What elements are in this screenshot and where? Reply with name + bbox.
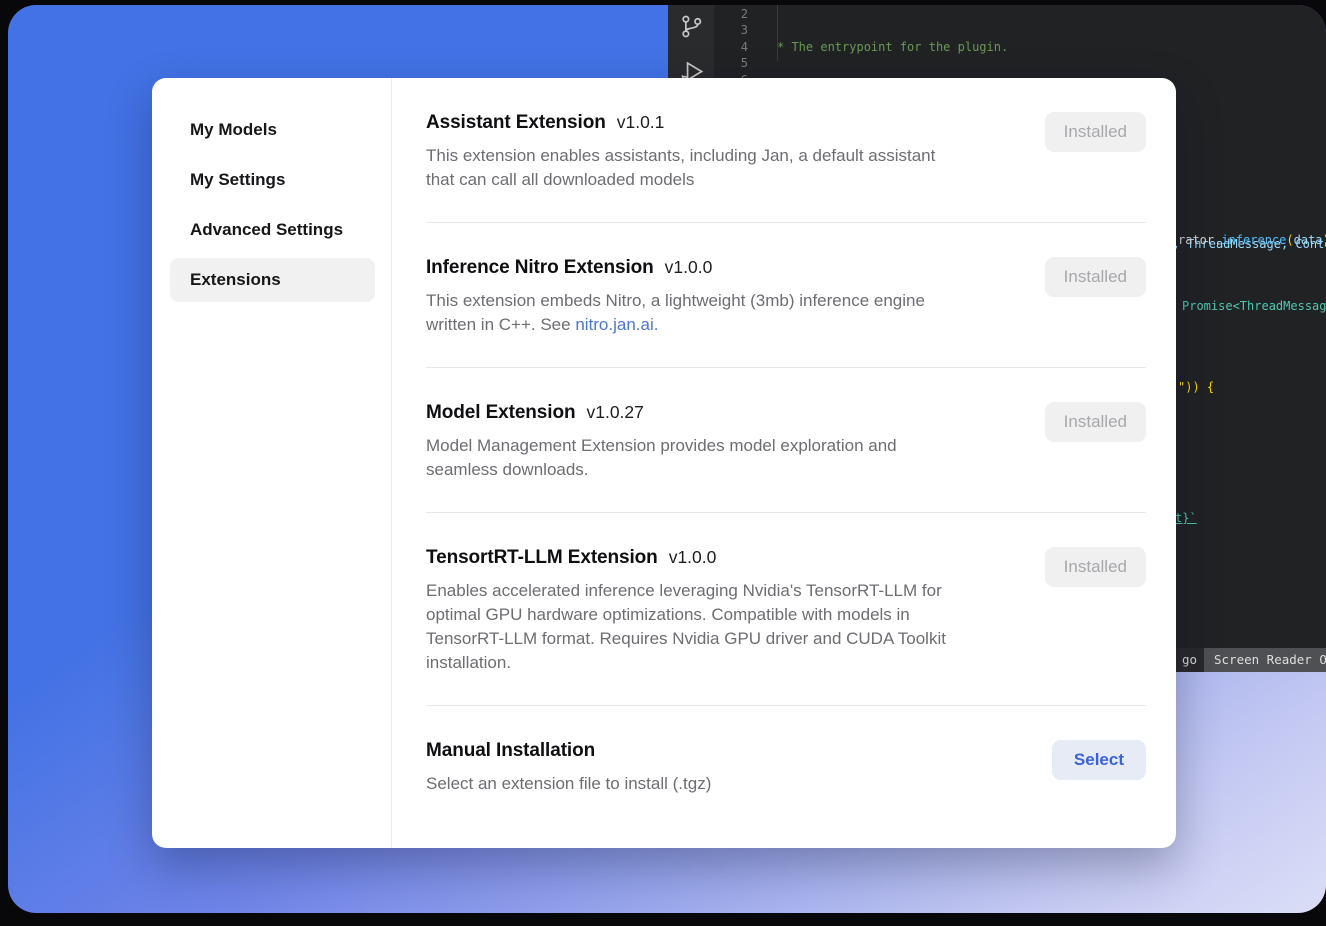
extension-version: v1.0.0 [665,257,713,277]
extensions-list: Assistant Extension v1.0.1 This extension… [392,78,1176,848]
extension-info: Inference Nitro Extension v1.0.0 This ext… [426,257,925,337]
extension-version: v1.0.1 [617,112,665,132]
manual-installation-title: Manual Installation [426,740,595,761]
description-text: This extension embeds Nitro, a lightweig… [426,291,925,334]
extension-title-row: Manual Installation [426,740,711,762]
manual-installation-description: Select an extension file to install (.tg… [426,772,711,796]
installed-button[interactable]: Installed [1045,112,1146,152]
extension-title: Inference Nitro Extension [426,257,654,278]
extension-title-row: Assistant Extension v1.0.1 [426,112,935,134]
extension-info: Manual Installation Select an extension … [426,740,711,796]
extension-info: TensortRT-LLM Extension v1.0.0 Enables ac… [426,547,946,675]
select-file-button[interactable]: Select [1052,740,1146,780]
extension-version: v1.0.0 [669,547,717,567]
installed-button[interactable]: Installed [1045,547,1146,587]
screen-reader-optimize-chip[interactable]: Screen Reader Optimize [1204,648,1326,672]
settings-modal: My Models My Settings Advanced Settings … [152,78,1176,848]
extension-row-model: Model Extension v1.0.27 Model Management … [426,368,1146,513]
installed-button[interactable]: Installed [1045,402,1146,442]
extension-title-row: Model Extension v1.0.27 [426,402,897,424]
extension-version: v1.0.27 [586,402,643,422]
extension-row-inference-nitro: Inference Nitro Extension v1.0.0 This ext… [426,223,1146,368]
extension-row-assistant: Assistant Extension v1.0.1 This extension… [426,112,1146,223]
extension-title: Assistant Extension [426,112,606,133]
nitro-jan-ai-link[interactable]: nitro.jan.ai. [575,315,658,334]
code-line: * The entrypoint for the plugin. [768,39,1326,55]
code-fragment-inference-call: rator.inference(data)); [1178,232,1326,248]
extension-title: Model Extension [426,402,575,423]
sidebar-item-extensions[interactable]: Extensions [170,258,375,302]
manual-installation-row: Manual Installation Select an extension … [426,706,1146,826]
status-bar-text: go [1182,648,1197,672]
extension-info: Assistant Extension v1.0.1 This extension… [426,112,935,192]
hero-backdrop: 2 3 4 5 6 * The entrypoint for the plugi… [8,5,1326,913]
extension-info: Model Extension v1.0.27 Model Management … [426,402,897,482]
editor-line-numbers: 2 3 4 5 6 [714,6,748,88]
sidebar-item-advanced-settings[interactable]: Advanced Settings [170,208,375,252]
extension-description: Model Management Extension provides mode… [426,434,897,482]
sidebar-item-my-models[interactable]: My Models [170,108,375,152]
extension-description: This extension enables assistants, inclu… [426,144,935,192]
sidebar-item-my-settings[interactable]: My Settings [170,158,375,202]
extension-title: TensortRT-LLM Extension [426,547,658,568]
extension-description: This extension embeds Nitro, a lightweig… [426,289,925,337]
code-fragment-template-end: t}` [1175,510,1197,526]
extension-description: Enables accelerated inference leveraging… [426,579,946,675]
code-fragment-closing-brace: ")) { [1178,379,1214,395]
settings-sidebar: My Models My Settings Advanced Settings … [152,78,392,848]
code-fragment-promise-type: Promise<ThreadMessage> [1182,298,1326,314]
extension-row-tensorrt-llm: TensortRT-LLM Extension v1.0.0 Enables ac… [426,513,1146,706]
installed-button[interactable]: Installed [1045,257,1146,297]
extension-title-row: TensortRT-LLM Extension v1.0.0 [426,547,946,569]
source-control-icon[interactable] [678,13,705,40]
extension-title-row: Inference Nitro Extension v1.0.0 [426,257,925,279]
